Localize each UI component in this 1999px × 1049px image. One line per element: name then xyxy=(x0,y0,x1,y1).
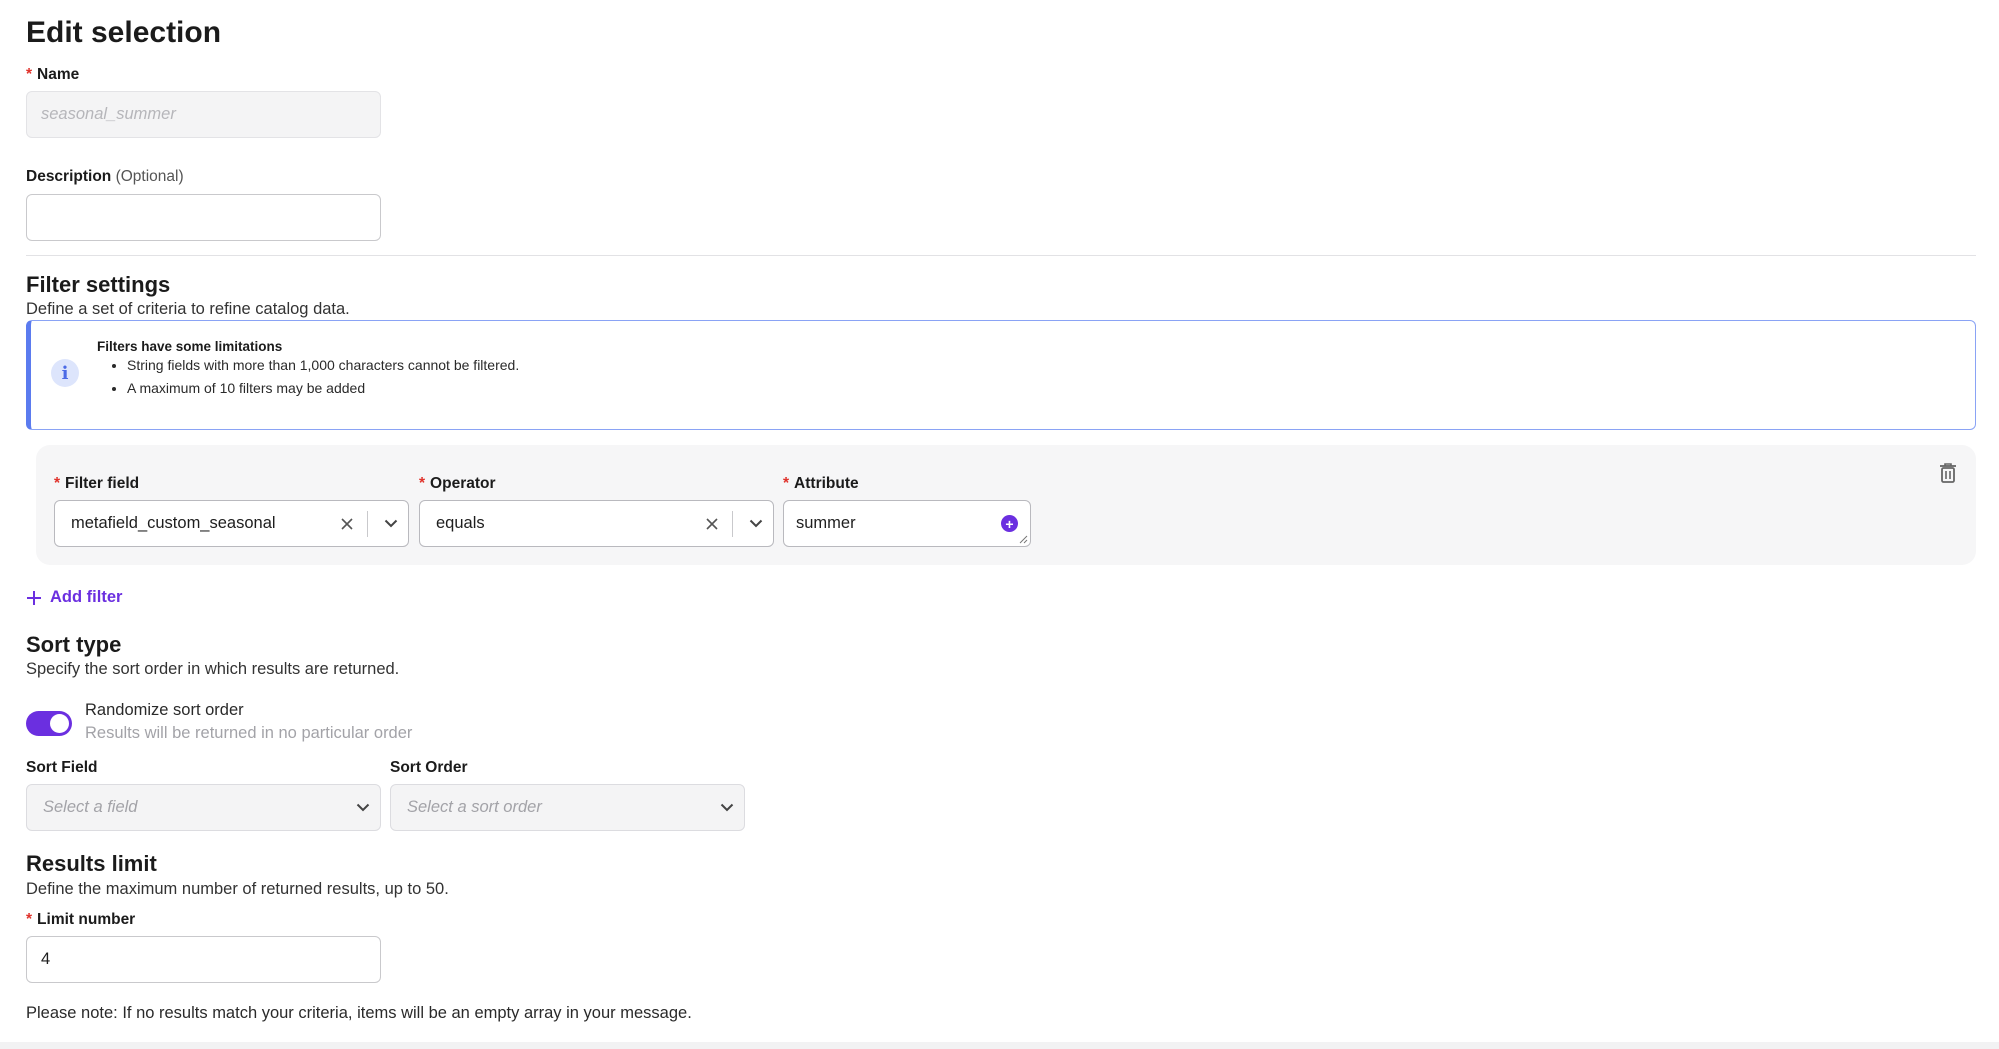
required-marker: * xyxy=(26,911,33,928)
delete-filter-button[interactable] xyxy=(1938,462,1958,489)
sort-order-label: Sort Order xyxy=(390,759,468,776)
attribute-label: * Attribute xyxy=(783,475,859,493)
operator-select[interactable]: equals xyxy=(419,500,774,547)
name-label: * Name xyxy=(26,66,79,84)
toggle-knob xyxy=(50,714,69,733)
required-marker: * xyxy=(419,475,426,492)
filter-limitations-banner: i Filters have some limitations String f… xyxy=(26,320,1976,430)
name-input-placeholder: seasonal_summer xyxy=(41,105,176,123)
clear-icon[interactable] xyxy=(333,517,361,531)
chevron-down-icon[interactable] xyxy=(739,519,773,528)
attribute-label-text: Attribute xyxy=(794,475,859,492)
empty-results-note: Please note: If no results match your cr… xyxy=(26,1004,692,1022)
limitations-list: String fields with more than 1,000 chara… xyxy=(97,357,519,403)
attribute-input[interactable]: summer + xyxy=(783,500,1031,547)
results-limit-description: Define the maximum number of returned re… xyxy=(26,880,449,898)
limit-number-label: * Limit number xyxy=(26,911,135,929)
limit-number-value: 4 xyxy=(41,950,51,968)
section-divider xyxy=(26,255,1976,256)
clear-icon[interactable] xyxy=(698,517,726,531)
resize-handle-icon[interactable] xyxy=(1019,535,1028,544)
sort-type-heading: Sort type xyxy=(26,632,122,657)
filter-field-label-text: Filter field xyxy=(65,475,140,492)
limit-number-label-text: Limit number xyxy=(37,911,136,928)
page-title: Edit selection xyxy=(26,16,222,49)
plus-icon xyxy=(27,590,41,605)
limit-number-input[interactable]: 4 xyxy=(26,936,381,983)
optional-tag: (Optional) xyxy=(115,168,184,185)
filter-settings-heading: Filter settings xyxy=(26,272,171,297)
add-filter-label: Add filter xyxy=(50,588,123,606)
sort-order-select[interactable]: Select a sort order xyxy=(390,784,745,831)
filter-field-value: metafield_custom_seasonal xyxy=(71,514,276,532)
results-limit-heading: Results limit xyxy=(26,851,157,876)
limitation-item: A maximum of 10 filters may be added xyxy=(127,380,519,396)
add-filter-button[interactable]: Add filter xyxy=(26,588,122,607)
attribute-value: summer xyxy=(796,514,856,532)
description-input[interactable] xyxy=(26,194,381,241)
sort-field-select[interactable]: Select a field xyxy=(26,784,381,831)
sort-order-placeholder: Select a sort order xyxy=(407,798,542,816)
sort-field-label: Sort Field xyxy=(26,759,98,776)
banner-title: Filters have some limitations xyxy=(97,339,283,354)
operator-label-text: Operator xyxy=(430,475,496,492)
description-label: Description (Optional) xyxy=(26,168,184,186)
required-marker: * xyxy=(54,475,61,492)
add-variable-icon[interactable]: + xyxy=(1001,515,1018,532)
operator-value: equals xyxy=(436,514,485,532)
randomize-sort-help: Results will be returned in no particula… xyxy=(85,724,413,742)
required-marker: * xyxy=(783,475,790,492)
filter-row: * Filter field metafield_custom_seasonal … xyxy=(36,445,1976,565)
chevron-down-icon[interactable] xyxy=(346,803,380,812)
description-label-text: Description xyxy=(26,168,112,185)
page-bottom-edge xyxy=(0,1042,1999,1049)
chevron-down-icon[interactable] xyxy=(710,803,744,812)
operator-label: * Operator xyxy=(419,475,496,493)
randomize-sort-toggle[interactable] xyxy=(26,711,72,736)
select-separator xyxy=(732,510,733,537)
name-label-text: Name xyxy=(37,66,80,83)
chevron-down-icon[interactable] xyxy=(374,519,408,528)
required-marker: * xyxy=(26,66,33,83)
sort-type-description: Specify the sort order in which results … xyxy=(26,660,400,678)
info-icon: i xyxy=(51,359,79,387)
filter-field-select[interactable]: metafield_custom_seasonal xyxy=(54,500,409,547)
sort-field-placeholder: Select a field xyxy=(43,798,138,816)
filter-field-label: * Filter field xyxy=(54,475,139,493)
name-input[interactable]: seasonal_summer xyxy=(26,91,381,138)
trash-icon xyxy=(1940,463,1956,483)
filter-settings-description: Define a set of criteria to refine catal… xyxy=(26,300,350,318)
randomize-sort-label: Randomize sort order xyxy=(85,701,244,719)
select-separator xyxy=(367,510,368,537)
limitation-item: String fields with more than 1,000 chara… xyxy=(127,357,519,373)
